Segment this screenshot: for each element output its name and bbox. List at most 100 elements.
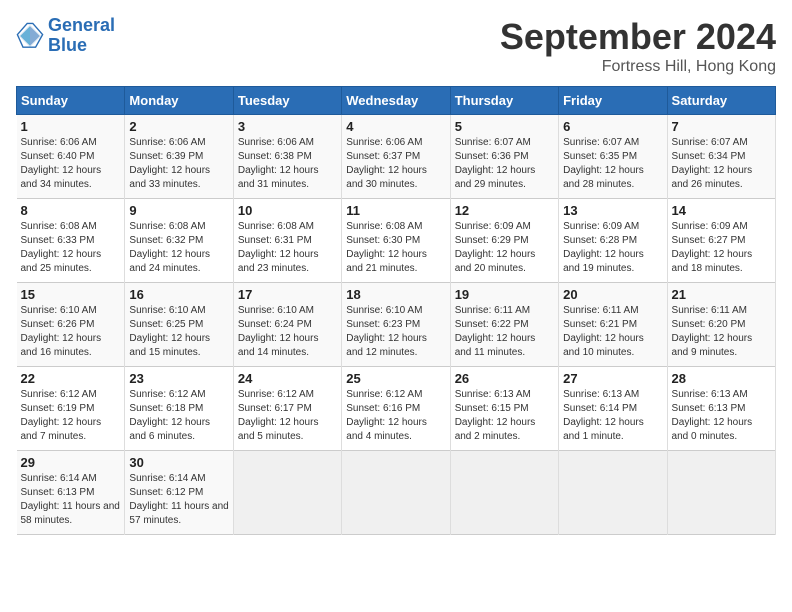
day-info: Sunrise: 6:10 AM Sunset: 6:25 PM Dayligh… (129, 304, 228, 360)
day-number: 22 (21, 371, 121, 386)
day-info: Sunrise: 6:11 AM Sunset: 6:20 PM Dayligh… (672, 304, 771, 360)
day-info: Sunrise: 6:09 AM Sunset: 6:29 PM Dayligh… (455, 220, 554, 276)
calendar-cell: 29 Sunrise: 6:14 AM Sunset: 6:13 PM Dayl… (17, 451, 125, 535)
day-info: Sunrise: 6:08 AM Sunset: 6:31 PM Dayligh… (238, 220, 337, 276)
day-info: Sunrise: 6:08 AM Sunset: 6:30 PM Dayligh… (346, 220, 445, 276)
logo-general: General (48, 16, 115, 36)
day-number: 8 (21, 203, 121, 218)
day-info: Sunrise: 6:07 AM Sunset: 6:35 PM Dayligh… (563, 136, 662, 192)
weekday-header-friday: Friday (559, 87, 667, 115)
calendar-cell: 6 Sunrise: 6:07 AM Sunset: 6:35 PM Dayli… (559, 115, 667, 199)
day-number: 12 (455, 203, 554, 218)
month-title: September 2024 (500, 16, 776, 58)
calendar-cell: 7 Sunrise: 6:07 AM Sunset: 6:34 PM Dayli… (667, 115, 775, 199)
calendar-cell: 10 Sunrise: 6:08 AM Sunset: 6:31 PM Dayl… (233, 199, 341, 283)
calendar-cell: 3 Sunrise: 6:06 AM Sunset: 6:38 PM Dayli… (233, 115, 341, 199)
calendar-cell (233, 451, 341, 535)
calendar-cell: 4 Sunrise: 6:06 AM Sunset: 6:37 PM Dayli… (342, 115, 450, 199)
day-number: 13 (563, 203, 662, 218)
day-number: 25 (346, 371, 445, 386)
calendar-cell: 8 Sunrise: 6:08 AM Sunset: 6:33 PM Dayli… (17, 199, 125, 283)
calendar-cell: 12 Sunrise: 6:09 AM Sunset: 6:29 PM Dayl… (450, 199, 558, 283)
day-number: 15 (21, 287, 121, 302)
calendar-week-5: 29 Sunrise: 6:14 AM Sunset: 6:13 PM Dayl… (17, 451, 776, 535)
calendar-cell: 5 Sunrise: 6:07 AM Sunset: 6:36 PM Dayli… (450, 115, 558, 199)
page-header: General Blue September 2024 Fortress Hil… (16, 16, 776, 76)
day-info: Sunrise: 6:12 AM Sunset: 6:18 PM Dayligh… (129, 388, 228, 444)
weekday-header-saturday: Saturday (667, 87, 775, 115)
day-number: 3 (238, 119, 337, 134)
day-info: Sunrise: 6:13 AM Sunset: 6:13 PM Dayligh… (672, 388, 771, 444)
calendar-cell: 23 Sunrise: 6:12 AM Sunset: 6:18 PM Dayl… (125, 367, 233, 451)
day-number: 29 (21, 455, 121, 470)
day-info: Sunrise: 6:12 AM Sunset: 6:16 PM Dayligh… (346, 388, 445, 444)
day-number: 19 (455, 287, 554, 302)
day-info: Sunrise: 6:10 AM Sunset: 6:23 PM Dayligh… (346, 304, 445, 360)
day-info: Sunrise: 6:08 AM Sunset: 6:32 PM Dayligh… (129, 220, 228, 276)
calendar-cell: 1 Sunrise: 6:06 AM Sunset: 6:40 PM Dayli… (17, 115, 125, 199)
weekday-header-monday: Monday (125, 87, 233, 115)
weekday-header-wednesday: Wednesday (342, 87, 450, 115)
day-number: 17 (238, 287, 337, 302)
calendar-cell: 30 Sunrise: 6:14 AM Sunset: 6:12 PM Dayl… (125, 451, 233, 535)
day-info: Sunrise: 6:09 AM Sunset: 6:28 PM Dayligh… (563, 220, 662, 276)
day-info: Sunrise: 6:08 AM Sunset: 6:33 PM Dayligh… (21, 220, 121, 276)
day-info: Sunrise: 6:12 AM Sunset: 6:19 PM Dayligh… (21, 388, 121, 444)
location-title: Fortress Hill, Hong Kong (500, 58, 776, 76)
day-info: Sunrise: 6:14 AM Sunset: 6:12 PM Dayligh… (129, 472, 228, 528)
day-info: Sunrise: 6:11 AM Sunset: 6:22 PM Dayligh… (455, 304, 554, 360)
calendar-cell: 24 Sunrise: 6:12 AM Sunset: 6:17 PM Dayl… (233, 367, 341, 451)
logo-icon (16, 22, 44, 50)
calendar-cell: 13 Sunrise: 6:09 AM Sunset: 6:28 PM Dayl… (559, 199, 667, 283)
day-number: 11 (346, 203, 445, 218)
calendar-cell: 26 Sunrise: 6:13 AM Sunset: 6:15 PM Dayl… (450, 367, 558, 451)
day-number: 26 (455, 371, 554, 386)
day-info: Sunrise: 6:14 AM Sunset: 6:13 PM Dayligh… (21, 472, 121, 528)
calendar-cell: 27 Sunrise: 6:13 AM Sunset: 6:14 PM Dayl… (559, 367, 667, 451)
day-info: Sunrise: 6:06 AM Sunset: 6:37 PM Dayligh… (346, 136, 445, 192)
calendar-cell: 15 Sunrise: 6:10 AM Sunset: 6:26 PM Dayl… (17, 283, 125, 367)
day-info: Sunrise: 6:13 AM Sunset: 6:15 PM Dayligh… (455, 388, 554, 444)
calendar-cell: 25 Sunrise: 6:12 AM Sunset: 6:16 PM Dayl… (342, 367, 450, 451)
calendar-cell (559, 451, 667, 535)
calendar-table: SundayMondayTuesdayWednesdayThursdayFrid… (16, 86, 776, 535)
day-number: 9 (129, 203, 228, 218)
day-number: 27 (563, 371, 662, 386)
calendar-week-2: 8 Sunrise: 6:08 AM Sunset: 6:33 PM Dayli… (17, 199, 776, 283)
day-number: 4 (346, 119, 445, 134)
weekday-header-tuesday: Tuesday (233, 87, 341, 115)
calendar-cell: 17 Sunrise: 6:10 AM Sunset: 6:24 PM Dayl… (233, 283, 341, 367)
day-info: Sunrise: 6:09 AM Sunset: 6:27 PM Dayligh… (672, 220, 771, 276)
weekday-header-thursday: Thursday (450, 87, 558, 115)
day-number: 24 (238, 371, 337, 386)
day-number: 30 (129, 455, 228, 470)
logo-blue: Blue (48, 36, 115, 56)
calendar-week-1: 1 Sunrise: 6:06 AM Sunset: 6:40 PM Dayli… (17, 115, 776, 199)
weekday-header-sunday: Sunday (17, 87, 125, 115)
calendar-cell: 20 Sunrise: 6:11 AM Sunset: 6:21 PM Dayl… (559, 283, 667, 367)
day-info: Sunrise: 6:12 AM Sunset: 6:17 PM Dayligh… (238, 388, 337, 444)
day-number: 5 (455, 119, 554, 134)
day-number: 21 (672, 287, 771, 302)
calendar-cell (450, 451, 558, 535)
calendar-cell: 28 Sunrise: 6:13 AM Sunset: 6:13 PM Dayl… (667, 367, 775, 451)
calendar-cell: 19 Sunrise: 6:11 AM Sunset: 6:22 PM Dayl… (450, 283, 558, 367)
day-info: Sunrise: 6:06 AM Sunset: 6:38 PM Dayligh… (238, 136, 337, 192)
weekday-header-row: SundayMondayTuesdayWednesdayThursdayFrid… (17, 87, 776, 115)
calendar-cell (667, 451, 775, 535)
day-info: Sunrise: 6:06 AM Sunset: 6:39 PM Dayligh… (129, 136, 228, 192)
day-number: 2 (129, 119, 228, 134)
day-number: 10 (238, 203, 337, 218)
day-info: Sunrise: 6:13 AM Sunset: 6:14 PM Dayligh… (563, 388, 662, 444)
day-info: Sunrise: 6:10 AM Sunset: 6:24 PM Dayligh… (238, 304, 337, 360)
day-number: 28 (672, 371, 771, 386)
day-number: 14 (672, 203, 771, 218)
day-info: Sunrise: 6:07 AM Sunset: 6:34 PM Dayligh… (672, 136, 771, 192)
calendar-week-4: 22 Sunrise: 6:12 AM Sunset: 6:19 PM Dayl… (17, 367, 776, 451)
calendar-cell: 11 Sunrise: 6:08 AM Sunset: 6:30 PM Dayl… (342, 199, 450, 283)
day-info: Sunrise: 6:11 AM Sunset: 6:21 PM Dayligh… (563, 304, 662, 360)
calendar-cell: 16 Sunrise: 6:10 AM Sunset: 6:25 PM Dayl… (125, 283, 233, 367)
day-info: Sunrise: 6:10 AM Sunset: 6:26 PM Dayligh… (21, 304, 121, 360)
calendar-cell: 18 Sunrise: 6:10 AM Sunset: 6:23 PM Dayl… (342, 283, 450, 367)
calendar-cell: 22 Sunrise: 6:12 AM Sunset: 6:19 PM Dayl… (17, 367, 125, 451)
